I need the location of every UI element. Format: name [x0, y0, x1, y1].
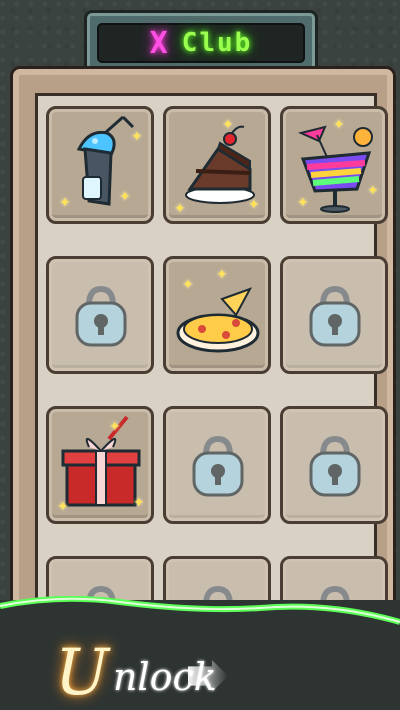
item-tile-locked-3[interactable] — [163, 406, 271, 524]
padlock-icon — [309, 285, 361, 347]
item-tile-locked-1[interactable] — [46, 256, 154, 374]
padlock-icon — [75, 285, 127, 347]
collection-board: ✦ ✦ ✦ ✦ ✦ ✦ ✦ ✦ ✦ ✦ ✦ ✦ ✦ ✦ — [10, 66, 396, 679]
club-sign-title: Club — [181, 28, 253, 58]
padlock-icon — [309, 435, 361, 497]
club-sign-x: X — [149, 25, 168, 61]
item-tile-locked-4[interactable] — [280, 406, 388, 524]
item-tile-locked-2[interactable] — [280, 256, 388, 374]
item-tile-cake[interactable]: ✦ ✦ ✦ — [163, 106, 271, 224]
collection-panel: ✦ ✦ ✦ ✦ ✦ ✦ ✦ ✦ ✦ ✦ ✦ ✦ ✦ ✦ — [35, 93, 388, 679]
item-tile-rainbow-cocktail[interactable]: ✦ ✦ ✦ — [280, 106, 388, 224]
item-tile-gift-box[interactable]: ✦ ✦ ✦ — [46, 406, 154, 524]
club-sign-panel: X Club — [97, 23, 305, 63]
padlock-icon — [192, 435, 244, 497]
item-tile-blue-drink[interactable]: ✦ ✦ ✦ — [46, 106, 154, 224]
item-tile-pizza[interactable]: ✦ ✦ — [163, 256, 271, 374]
unlock-first-letter: U — [55, 636, 109, 710]
